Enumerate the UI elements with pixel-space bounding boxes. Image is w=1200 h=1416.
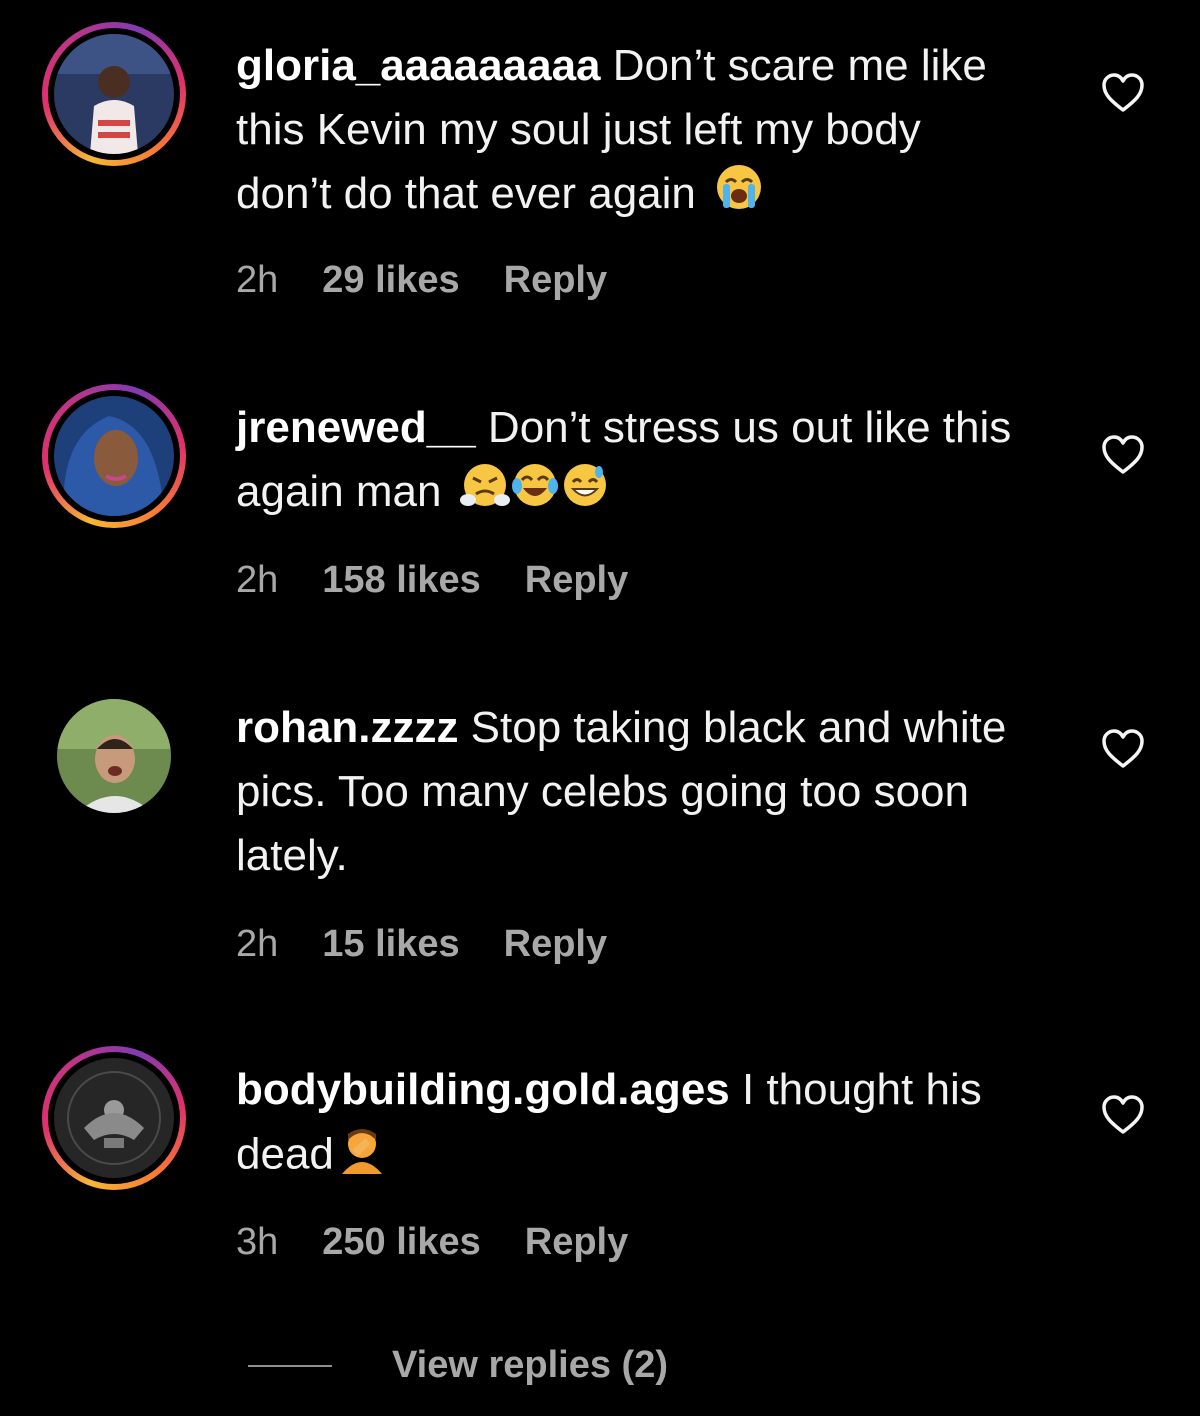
reply-button[interactable]: Reply xyxy=(504,258,607,302)
loudly-crying-face-icon xyxy=(714,162,764,230)
heart-icon[interactable] xyxy=(1100,72,1146,114)
comment-likes[interactable]: 29 likes xyxy=(322,258,459,302)
view-replies-button[interactable]: View replies (2) xyxy=(248,1344,668,1387)
face-with-steam-icon xyxy=(459,460,510,528)
comment-likes[interactable]: 15 likes xyxy=(322,922,459,966)
comment-username[interactable]: gloria_aaaaaaaaa xyxy=(236,41,601,90)
heart-icon[interactable] xyxy=(1100,728,1146,770)
comment-likes[interactable]: 158 likes xyxy=(322,558,480,602)
tears-of-joy-icon xyxy=(510,460,560,528)
reply-button[interactable]: Reply xyxy=(504,922,607,966)
avatar xyxy=(54,34,174,154)
comment-text: gloria_aaaaaaaaa Don’t scare me like thi… xyxy=(236,34,1026,230)
avatar-story-ring[interactable] xyxy=(42,1046,186,1190)
view-replies-label: View replies (2) xyxy=(392,1344,668,1386)
comment-time: 2h xyxy=(236,259,279,301)
reply-button[interactable]: Reply xyxy=(525,1220,628,1264)
comment-time: 2h xyxy=(236,923,279,965)
heart-icon[interactable] xyxy=(1100,1094,1146,1136)
heart-icon[interactable] xyxy=(1100,434,1146,476)
avatar xyxy=(54,396,174,516)
facepalm-icon xyxy=(336,1122,388,1192)
comment-meta: 2h 29 likes Reply xyxy=(236,258,607,302)
grinning-sweat-icon xyxy=(560,460,610,528)
avatar-story-ring[interactable] xyxy=(42,22,186,166)
avatar-story-ring[interactable] xyxy=(42,384,186,528)
comment-meta: 2h 158 likes Reply xyxy=(236,558,628,602)
divider xyxy=(248,1364,332,1367)
comment-meta: 3h 250 likes Reply xyxy=(236,1220,628,1264)
comment-username[interactable]: rohan.zzzz xyxy=(236,703,458,752)
avatar xyxy=(57,699,171,813)
comment-meta: 2h 15 likes Reply xyxy=(236,922,607,966)
comment-text: rohan.zzzz Stop taking black and white p… xyxy=(236,696,1026,888)
comment-likes[interactable]: 250 likes xyxy=(322,1220,480,1264)
avatar-wrapper[interactable] xyxy=(42,684,186,828)
comment-username[interactable]: bodybuilding.gold.ages xyxy=(236,1065,730,1114)
comment-time: 2h xyxy=(236,559,279,601)
comment-text: bodybuilding.gold.ages I thought his dea… xyxy=(236,1058,1026,1192)
comment-text: jrenewed__ Don’t stress us out like this… xyxy=(236,396,1026,528)
avatar xyxy=(54,1058,174,1178)
comment-username[interactable]: jrenewed__ xyxy=(236,403,476,452)
comment-time: 3h xyxy=(236,1221,279,1263)
reply-button[interactable]: Reply xyxy=(525,558,628,602)
